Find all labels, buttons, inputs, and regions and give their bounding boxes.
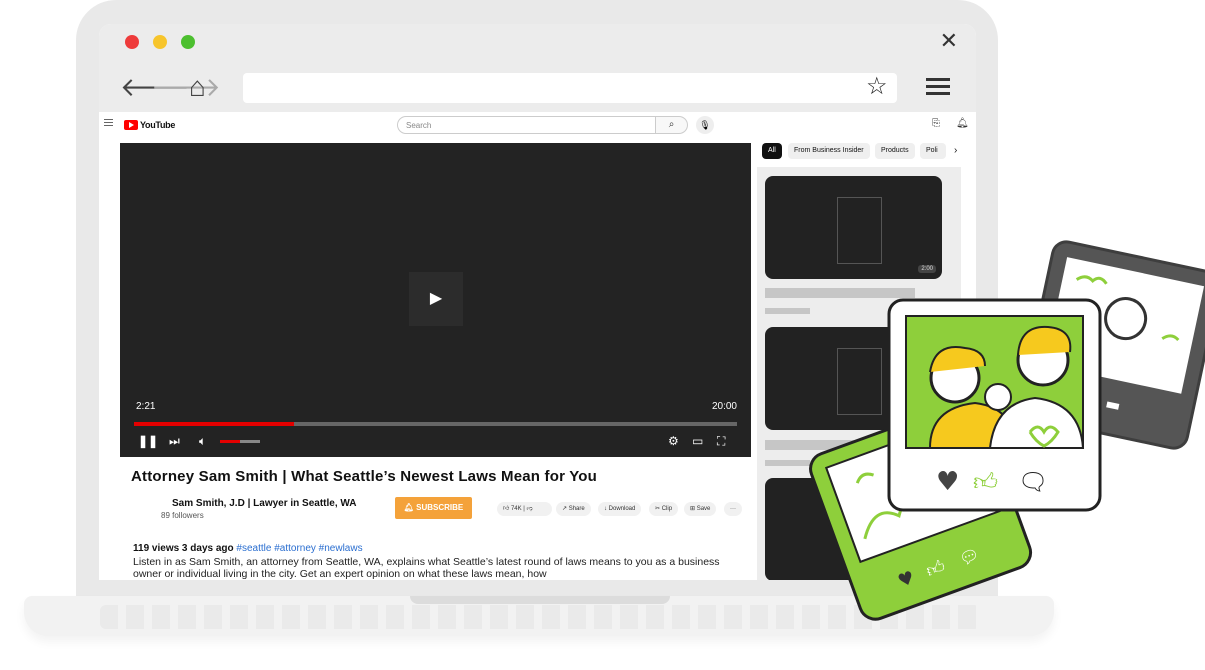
comment-icon: 🗨︎: [1018, 468, 1048, 496]
laptop-illustration: ✕ 🡐 🡒 ⌂ ☆ YouTube Search ⌕ 🎙 ⎘ 🔔︎ ▶ 2:21: [0, 0, 1205, 670]
like-icon: 👍︎: [973, 468, 998, 496]
white-photo-card: ♥ 👍︎ 🗨︎: [887, 298, 1102, 512]
heart-icon: ♥: [936, 467, 959, 497]
social-cards-illustration: ♥ ▬ ♥ 👍︎ 💬︎ ♥ 👍︎ 🗨︎: [809, 240, 1205, 621]
